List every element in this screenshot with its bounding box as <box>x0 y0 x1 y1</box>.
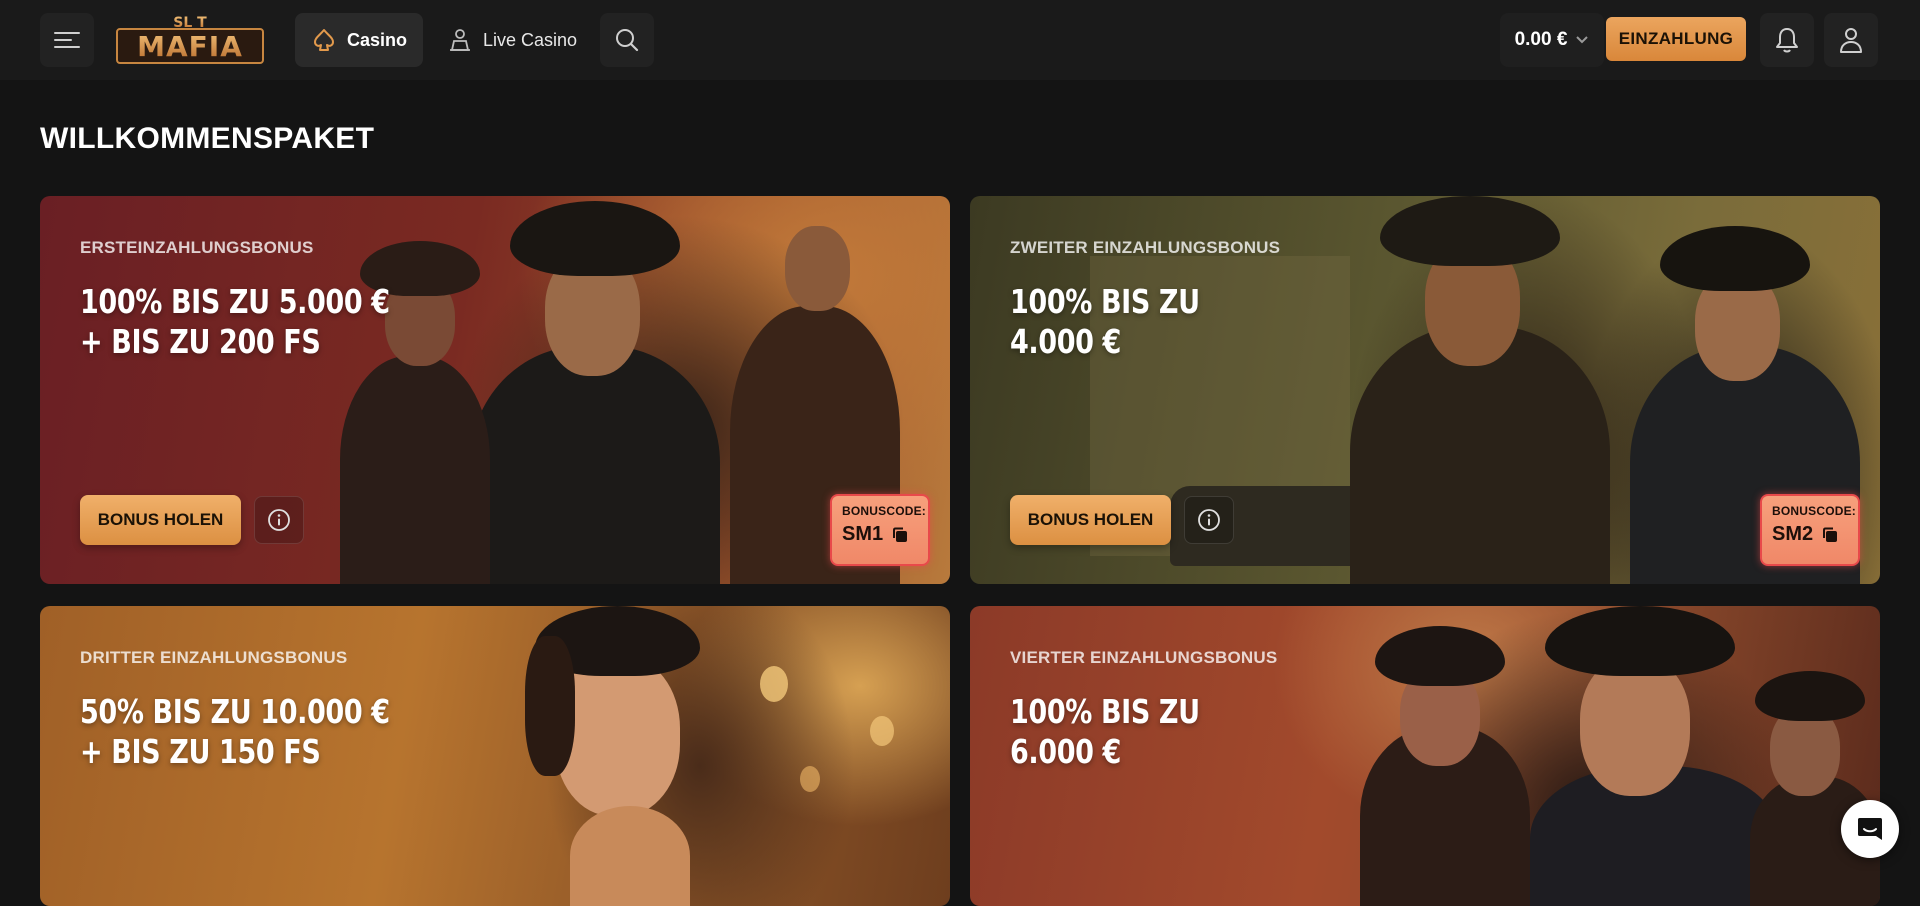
live-chat-button[interactable] <box>1841 800 1899 858</box>
menu-button[interactable] <box>40 13 94 67</box>
nav-casino[interactable]: Casino <box>295 13 424 67</box>
bonus-card-4: VIERTER EINZAHLUNGSBONUS 100% BIS ZU 6.0… <box>970 606 1880 906</box>
site-logo[interactable]: SL T MAFIA <box>115 12 265 66</box>
bonus-code-label: BONUSCODE: <box>842 504 927 518</box>
card-subtitle: VIERTER EINZAHLUNGSBONUS <box>1010 648 1278 667</box>
card-headline-line-2: 6.000 € <box>1010 732 1121 771</box>
nav-live-casino-label: Live Casino <box>483 29 578 50</box>
bonus-code-value: SM2 <box>1772 523 1814 545</box>
card-headline: 50% BIS ZU 10.000 € + BIS ZU 150 FS <box>80 692 390 772</box>
search-button[interactable] <box>600 13 654 67</box>
top-header: SL T MAFIA Casino Live Casino 0.00 € EIN… <box>0 0 1920 80</box>
copy-icon[interactable] <box>1821 526 1839 544</box>
spade-icon <box>314 29 334 51</box>
card-headline-line-1: 50% BIS ZU 10.000 € <box>80 692 390 731</box>
card-headline-line-1: 100% BIS ZU 5.000 € <box>80 282 390 321</box>
search-icon <box>616 29 639 52</box>
chat-icon <box>1858 818 1882 840</box>
card-headline-line-2: 4.000 € <box>1010 322 1121 361</box>
bonus-card-3: DRITTER EINZAHLUNGSBONUS 50% BIS ZU 10.0… <box>40 606 950 906</box>
bonus-holen-button[interactable]: BONUS HOLEN <box>80 495 241 545</box>
card-headline: 100% BIS ZU 6.000 € <box>1010 692 1200 772</box>
svg-text:MAFIA: MAFIA <box>137 30 243 63</box>
card-subtitle: ZWEITER EINZAHLUNGSBONUS <box>1010 238 1281 257</box>
nav-live-casino[interactable]: Live Casino <box>431 13 593 67</box>
card-headline-line-1: 100% BIS ZU <box>1010 692 1200 731</box>
card-headline: 100% BIS ZU 4.000 € <box>1010 282 1200 362</box>
card-headline-line-2: + BIS ZU 200 FS <box>80 322 321 361</box>
bonus-code-label: BONUSCODE: <box>1772 504 1857 518</box>
copy-icon[interactable] <box>891 526 909 544</box>
info-icon <box>1198 509 1220 531</box>
menu-icon <box>54 32 80 48</box>
deposit-button[interactable]: EINZAHLUNG <box>1606 17 1746 61</box>
card-subtitle: DRITTER EINZAHLUNGSBONUS <box>80 648 348 667</box>
info-button[interactable] <box>254 496 304 544</box>
bonus-holen-button[interactable]: BONUS HOLEN <box>1010 495 1171 545</box>
card-headline-line-2: + BIS ZU 150 FS <box>80 732 321 771</box>
bonus-code-box[interactable]: BONUSCODE: SM1 <box>830 494 930 566</box>
chevron-down-icon <box>1576 36 1589 44</box>
balance-dropdown[interactable]: 0.00 € <box>1500 13 1604 67</box>
card-subtitle: ERSTEINZAHLUNGSBONUS <box>80 238 314 257</box>
dealer-icon <box>450 29 470 51</box>
card-headline: 100% BIS ZU 5.000 € + BIS ZU 200 FS <box>80 282 390 362</box>
user-icon <box>1840 28 1862 53</box>
bonus-card-1: ERSTEINZAHLUNGSBONUS 100% BIS ZU 5.000 €… <box>40 196 950 584</box>
page-title: WILLKOMMENSPAKET <box>40 122 375 155</box>
card-headline-line-1: 100% BIS ZU <box>1010 282 1200 321</box>
bell-icon <box>1776 28 1798 53</box>
bonus-code-box[interactable]: BONUSCODE: SM2 <box>1760 494 1860 566</box>
bonus-card-2: ZWEITER EINZAHLUNGSBONUS 100% BIS ZU 4.0… <box>970 196 1880 584</box>
user-account-button[interactable] <box>1824 13 1878 67</box>
bonus-code-value: SM1 <box>842 523 884 545</box>
balance-value: 0.00 € <box>1514 29 1568 50</box>
notifications-button[interactable] <box>1760 13 1814 67</box>
info-button[interactable] <box>1184 496 1234 544</box>
info-icon <box>268 509 290 531</box>
nav-casino-label: Casino <box>347 29 408 50</box>
